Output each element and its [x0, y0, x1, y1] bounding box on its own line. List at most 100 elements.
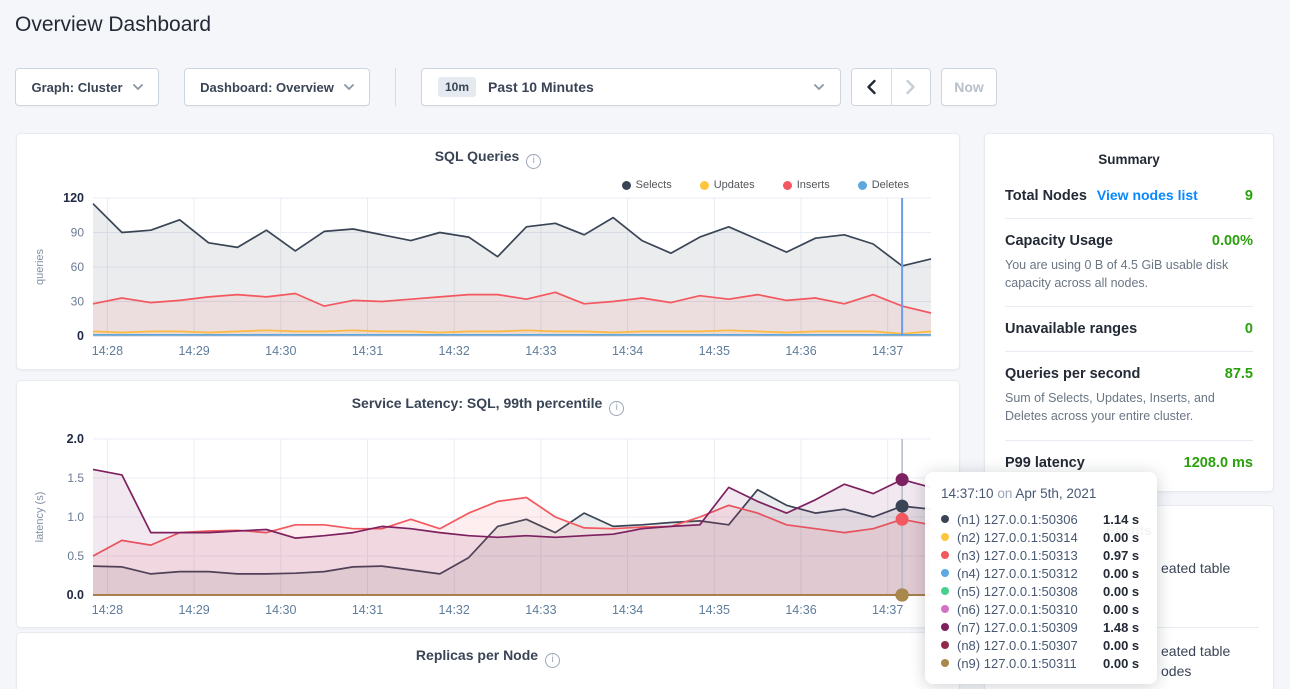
service-latency-card: Service Latency: SQL, 99th percentilei 0… [16, 380, 960, 628]
svg-text:14:36: 14:36 [785, 603, 816, 617]
series-dot [941, 659, 949, 667]
svg-text:14:33: 14:33 [525, 603, 556, 617]
svg-text:queries: queries [34, 248, 46, 285]
now-button[interactable]: Now [941, 68, 997, 106]
tooltip-node-value: 0.00 s [1103, 638, 1139, 653]
replicas-per-node-title: Replicas per Nodei [17, 633, 959, 668]
next-range-button[interactable] [891, 69, 931, 105]
chevron-down-icon [344, 84, 354, 91]
chevron-down-icon [814, 84, 824, 91]
event-row-text: eated table [1161, 560, 1230, 576]
unavailable-ranges-label: Unavailable ranges [1005, 321, 1137, 337]
svg-text:0: 0 [77, 329, 84, 343]
svg-text:14:30: 14:30 [265, 344, 296, 358]
info-icon[interactable]: i [545, 653, 560, 668]
tooltip-node-value: 0.00 s [1103, 584, 1139, 599]
tooltip-node-row: (n3) 127.0.0.1:503130.97 s [939, 546, 1143, 564]
time-range-dropdown[interactable]: 10m Past 10 Minutes [421, 68, 841, 106]
series-dot [941, 641, 949, 649]
series-dot [941, 569, 949, 577]
legend-dot [783, 181, 792, 190]
total-nodes-label: Total Nodes [1005, 188, 1087, 204]
tooltip-node-label: (n1) 127.0.0.1:50306 [957, 512, 1103, 527]
summary-row-p99: P99 latency 1208.0 ms [1005, 455, 1253, 471]
svg-text:14:29: 14:29 [178, 603, 209, 617]
total-nodes-value: 9 [1245, 188, 1253, 204]
legend-dot [622, 181, 631, 190]
svg-text:90: 90 [71, 226, 85, 240]
tooltip-node-row: (n5) 127.0.0.1:503080.00 s [939, 582, 1143, 600]
tooltip-node-value: 0.00 s [1103, 656, 1139, 671]
dashboard-dropdown[interactable]: Dashboard: Overview [184, 68, 370, 106]
summary-divider [1005, 440, 1253, 441]
capacity-usage-value: 0.00% [1212, 233, 1253, 249]
svg-text:0.5: 0.5 [67, 549, 84, 563]
svg-text:60: 60 [71, 260, 85, 274]
info-icon[interactable]: i [609, 401, 624, 416]
time-pager [851, 68, 931, 106]
sql-queries-chart[interactable]: 030609012014:2814:2914:3014:3114:3214:33… [29, 190, 947, 362]
series-dot [941, 623, 949, 631]
graph-dropdown-label: Graph: Cluster [31, 80, 122, 95]
tooltip-timestamp: 14:37:10 on Apr 5th, 2021 [941, 486, 1143, 501]
queries-per-second-value: 87.5 [1225, 366, 1253, 382]
unavailable-ranges-value: 0 [1245, 321, 1253, 337]
svg-text:14:28: 14:28 [92, 344, 123, 358]
p99-latency-value: 1208.0 ms [1184, 455, 1253, 471]
tooltip-node-value: 1.14 s [1103, 512, 1139, 527]
sql-queries-title: SQL Queriesi [17, 134, 959, 169]
tooltip-node-value: 0.97 s [1103, 548, 1139, 563]
tooltip-node-value: 1.48 s [1103, 620, 1139, 635]
summary-divider [1005, 351, 1253, 352]
svg-text:14:35: 14:35 [699, 603, 730, 617]
p99-latency-label: P99 latency [1005, 455, 1085, 471]
svg-text:14:34: 14:34 [612, 603, 643, 617]
series-dot [941, 515, 949, 523]
chevron-down-icon [133, 84, 143, 91]
svg-text:14:29: 14:29 [178, 344, 209, 358]
chevron-left-icon [866, 79, 877, 95]
tooltip-node-value: 0.00 s [1103, 530, 1139, 545]
tooltip-node-label: (n4) 127.0.0.1:50312 [957, 566, 1103, 581]
svg-text:14:32: 14:32 [439, 603, 470, 617]
svg-text:1.0: 1.0 [67, 510, 84, 524]
svg-text:14:37: 14:37 [872, 603, 903, 617]
tooltip-node-row: (n8) 127.0.0.1:503070.00 s [939, 636, 1143, 654]
series-dot [941, 551, 949, 559]
service-latency-chart[interactable]: 0.00.51.01.52.014:2814:2914:3014:3114:32… [29, 431, 947, 621]
tooltip-node-label: (n3) 127.0.0.1:50313 [957, 548, 1103, 563]
svg-text:latency (s): latency (s) [34, 492, 46, 543]
view-nodes-list-link[interactable]: View nodes list [1097, 187, 1198, 203]
event-row-text: eated table [1161, 643, 1230, 659]
queries-per-second-caption: Sum of Selects, Updates, Inserts, and De… [1005, 389, 1253, 425]
summary-panel: Summary Total Nodes View nodes list 9 Ca… [984, 133, 1274, 492]
dashboard-dropdown-label: Dashboard: Overview [200, 80, 334, 95]
tooltip-node-row: (n9) 127.0.0.1:503110.00 s [939, 654, 1143, 672]
tooltip-node-label: (n9) 127.0.0.1:50311 [957, 656, 1103, 671]
svg-text:30: 30 [71, 295, 85, 309]
series-dot [941, 533, 949, 541]
series-dot [941, 605, 949, 613]
summary-row-unavailable: Unavailable ranges 0 [1005, 321, 1253, 337]
tooltip-node-label: (n5) 127.0.0.1:50308 [957, 584, 1103, 599]
svg-text:14:28: 14:28 [92, 603, 123, 617]
legend-dot [858, 181, 867, 190]
tooltip-node-label: (n7) 127.0.0.1:50309 [957, 620, 1103, 635]
tooltip-node-row: (n1) 127.0.0.1:503061.14 s [939, 510, 1143, 528]
svg-text:14:36: 14:36 [785, 344, 816, 358]
summary-divider [1005, 306, 1253, 307]
capacity-usage-label: Capacity Usage [1005, 233, 1113, 249]
tooltip-rows: (n1) 127.0.0.1:503061.14 s(n2) 127.0.0.1… [939, 510, 1143, 672]
summary-title: Summary [1005, 152, 1253, 167]
series-dot [941, 587, 949, 595]
svg-text:14:31: 14:31 [352, 344, 383, 358]
tooltip-node-value: 0.00 s [1103, 602, 1139, 617]
info-icon[interactable]: i [526, 154, 541, 169]
graph-dropdown[interactable]: Graph: Cluster [15, 68, 159, 106]
tooltip-node-value: 0.00 s [1103, 566, 1139, 581]
summary-divider [1005, 218, 1253, 219]
sql-queries-card: SQL Queriesi SelectsUpdatesInsertsDelete… [16, 133, 960, 370]
sql-queries-chart-box: 030609012014:2814:2914:3014:3114:3214:33… [29, 190, 947, 362]
capacity-usage-caption: You are using 0 B of 4.5 GiB usable disk… [1005, 256, 1253, 292]
prev-range-button[interactable] [852, 69, 891, 105]
